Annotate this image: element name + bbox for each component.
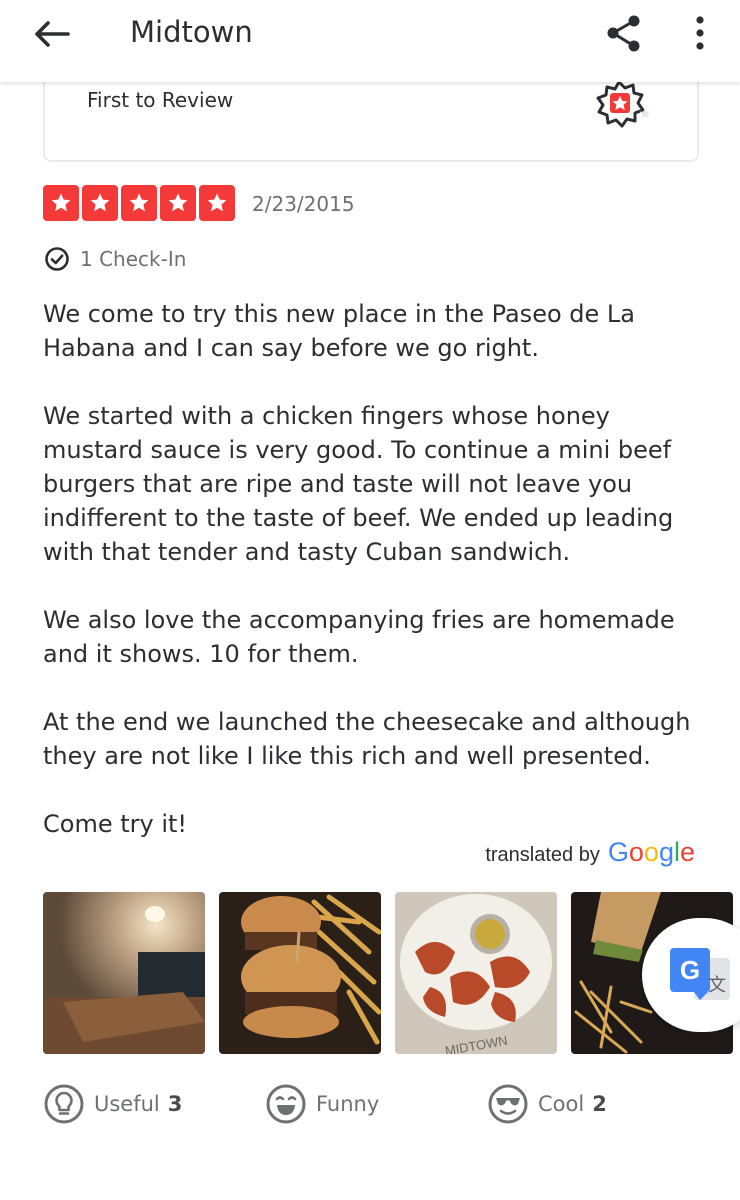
star-icon: [160, 185, 196, 221]
cool-count: 2: [592, 1092, 607, 1116]
check-in-count: 1 Check-In: [80, 247, 187, 271]
arrow-left-icon[interactable]: [30, 16, 74, 52]
svg-text:文: 文: [708, 975, 726, 996]
more-vertical-icon[interactable]: [690, 14, 710, 54]
badge-label: First to Review: [87, 88, 234, 112]
funny-label: Funny: [316, 1092, 380, 1116]
star-icon: [121, 185, 157, 221]
google-logo: Google: [607, 837, 695, 867]
svg-text:G: G: [680, 955, 700, 985]
translated-by-google: translated by Google: [485, 837, 695, 868]
mini-burgers-photo[interactable]: [219, 892, 381, 1054]
review-date: 2/23/2015: [252, 192, 355, 216]
first-to-review-card: First to Review: [43, 70, 699, 162]
check-circle-icon: [45, 247, 69, 271]
check-in: 1 Check-In: [44, 246, 186, 272]
review-paragraph: We also love the accompanying fries are …: [43, 606, 675, 668]
cool-button[interactable]: Cool 2: [488, 1084, 607, 1124]
chicken-fingers-photo[interactable]: MIDTOWN: [395, 892, 557, 1054]
share-icon[interactable]: [604, 14, 644, 54]
app-bar: Midtown: [0, 0, 740, 82]
useful-count: 3: [167, 1092, 183, 1116]
star-icon: [199, 185, 235, 221]
useful-label: Useful: [94, 1092, 160, 1116]
page-title: Midtown: [130, 15, 253, 49]
laughing-face-icon: [266, 1084, 306, 1124]
review-paragraph: We started with a chicken fingers whose …: [43, 402, 674, 566]
star-icon: [82, 185, 118, 221]
review-paragraph: Come try it!: [43, 810, 188, 838]
translated-by-label: translated by: [485, 844, 600, 866]
review-actions: Useful 3 Funny Cool 2: [44, 1084, 694, 1128]
star-rating: [43, 185, 235, 221]
star-icon: [43, 185, 79, 221]
funny-button[interactable]: Funny: [266, 1084, 387, 1124]
review-text: We come to try this new place in the Pas…: [43, 297, 703, 875]
review-paragraph: We come to try this new place in the Pas…: [43, 300, 635, 362]
google-translate-icon: G 文: [670, 948, 730, 1000]
review-paragraph: At the end we launched the cheesecake an…: [43, 708, 691, 770]
sunglasses-face-icon: [488, 1084, 528, 1124]
useful-button[interactable]: Useful 3: [44, 1084, 182, 1124]
first-to-review-badge-icon: [596, 80, 651, 128]
review-photos: MIDTOWN: [43, 892, 740, 1054]
cool-label: Cool: [538, 1092, 585, 1116]
restaurant-interior-photo[interactable]: [43, 892, 205, 1054]
lightbulb-icon: [44, 1084, 84, 1124]
